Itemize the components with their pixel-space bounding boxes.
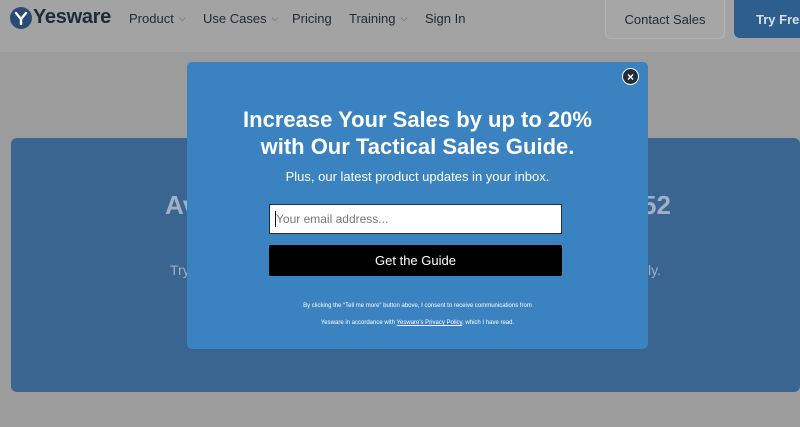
consent-prefix: Yesware in accordance with	[320, 320, 397, 326]
nav-label: Product	[129, 11, 174, 26]
sales-guide-modal: × Increase Your Sales by up to 20% with …	[187, 62, 648, 349]
nav-label: Use Cases	[203, 11, 267, 26]
close-icon: ×	[626, 70, 634, 84]
nav-item-use-cases[interactable]: Use Cases ⌵	[203, 11, 278, 26]
hero-subtitle-fragment: ly.	[648, 262, 661, 278]
nav-label: Sign In	[425, 11, 466, 26]
nav-item-pricing[interactable]: Pricing	[292, 11, 332, 26]
try-free-button[interactable]: Try Free	[734, 0, 800, 38]
consent-line: Yesware in accordance with Yesware's Pri…	[187, 315, 648, 332]
chevron-down-icon: ⌵	[178, 13, 186, 23]
nav-item-training[interactable]: Training ⌵	[349, 11, 407, 26]
contact-sales-button[interactable]: Contact Sales	[605, 0, 725, 39]
close-button[interactable]: ×	[622, 68, 639, 85]
consent-suffix: , which I have read.	[462, 320, 515, 326]
nav-item-sign-in[interactable]: Sign In	[425, 11, 465, 26]
text-cursor	[275, 211, 276, 227]
modal-title-line: Increase Your Sales by up to 20%	[243, 107, 592, 132]
modal-subtitle: Plus, our latest product updates in your…	[285, 169, 550, 184]
chevron-down-icon: ⌵	[400, 13, 408, 23]
nav-item-product[interactable]: Product ⌵	[129, 11, 186, 26]
privacy-policy-link[interactable]: Yesware's Privacy Policy	[397, 320, 463, 326]
get-the-guide-button[interactable]: Get the Guide	[269, 245, 562, 276]
yesware-logo-icon	[10, 6, 32, 29]
chevron-down-icon: ⌵	[271, 13, 279, 23]
logo-text: Yesware	[33, 6, 111, 28]
modal-title: Increase Your Sales by up to 20% with Ou…	[187, 106, 648, 160]
email-field[interactable]	[269, 204, 562, 234]
consent-text: By clicking the “Tell me more” button ab…	[187, 298, 648, 332]
modal-title-line: with Our Tactical Sales Guide.	[260, 134, 575, 159]
top-navigation: Yesware Product ⌵ Use Cases ⌵ Pricing Tr…	[0, 0, 800, 52]
consent-line: By clicking the “Tell me more” button ab…	[303, 303, 532, 309]
nav-label: Training	[349, 11, 396, 26]
yesware-logo[interactable]: Yesware	[10, 6, 111, 29]
nav-label: Pricing	[292, 11, 332, 26]
